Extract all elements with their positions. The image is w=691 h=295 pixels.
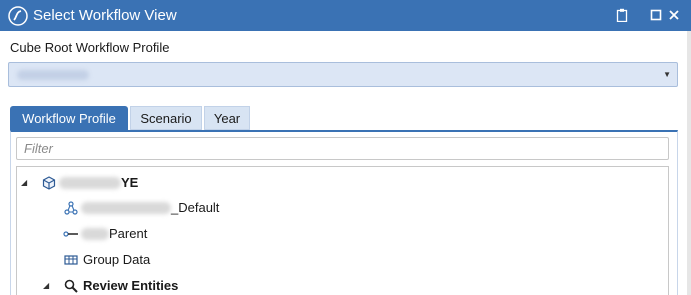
tree-node-label: Parent xyxy=(109,226,148,241)
clipboard-icon[interactable] xyxy=(613,6,631,24)
tree-node-label: Review Entities xyxy=(83,278,179,293)
tree-node-label: YE xyxy=(121,175,139,190)
tree-node-root[interactable]: ◢ YE xyxy=(17,174,317,192)
redacted-text xyxy=(81,228,109,240)
tab-workflow-profile[interactable]: Workflow Profile xyxy=(10,106,128,130)
tree-node-parent[interactable]: Parent xyxy=(17,225,317,243)
maximize-icon[interactable] xyxy=(647,6,665,24)
redacted-text xyxy=(81,202,171,214)
tree-node-review-entities[interactable]: ◢ Review Entities xyxy=(17,277,317,295)
title-bar: Select Workflow View xyxy=(0,0,691,31)
expanded-triangle-icon[interactable]: ◢ xyxy=(43,281,49,290)
tree-node-group-data[interactable]: Group Data xyxy=(17,251,317,269)
redacted-text xyxy=(59,177,121,189)
tree-node-default[interactable]: _Default xyxy=(17,199,317,217)
tree-node-label: Group Data xyxy=(83,252,151,267)
data-grid-icon xyxy=(63,252,79,268)
chevron-down-icon[interactable]: ▼ xyxy=(663,70,671,79)
tab-year[interactable]: Year xyxy=(204,106,250,130)
window-edge xyxy=(687,31,691,295)
tree-node-label: _Default xyxy=(171,200,220,215)
profile-dropdown[interactable]: ▼ xyxy=(8,62,678,87)
parent-icon xyxy=(63,226,79,242)
close-icon[interactable] xyxy=(665,6,683,24)
profile-label: Cube Root Workflow Profile xyxy=(10,40,170,55)
workflow-icon xyxy=(63,200,79,216)
filter-input[interactable] xyxy=(16,137,669,160)
magnifier-icon xyxy=(63,278,79,294)
expanded-triangle-icon[interactable]: ◢ xyxy=(21,178,27,187)
window-title: Select Workflow View xyxy=(33,7,177,24)
tab-scenario[interactable]: Scenario xyxy=(130,106,202,130)
workflow-tree: ◢ YE _Default Parent Group Data ◢ Review… xyxy=(16,166,669,295)
redacted-value xyxy=(17,70,89,80)
cube-icon xyxy=(41,175,57,191)
onestream-logo-icon xyxy=(8,6,28,26)
